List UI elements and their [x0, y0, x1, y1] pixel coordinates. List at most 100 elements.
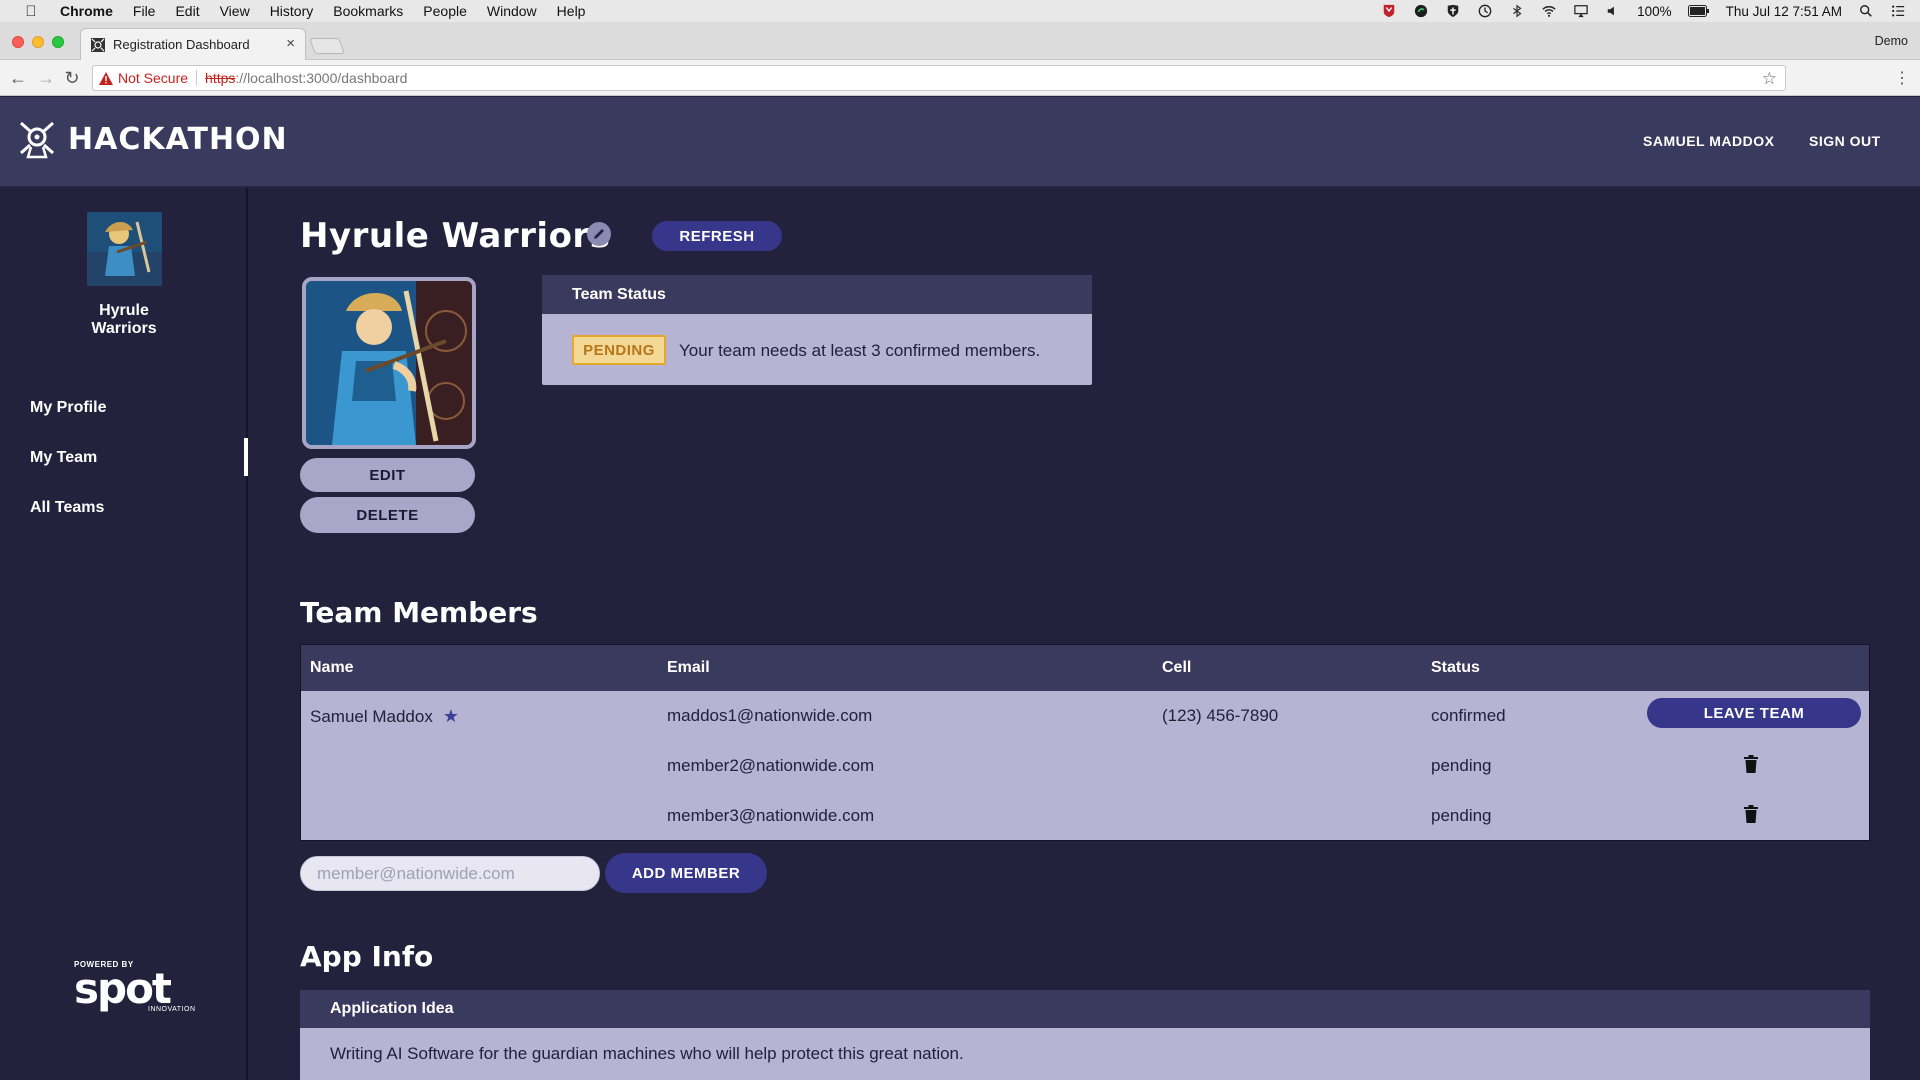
edit-team-name-button[interactable] — [587, 222, 611, 246]
app-logo[interactable]: HACKATHON — [18, 119, 288, 159]
members-table: Name Email Cell Status Samuel Maddox ★ ma… — [300, 644, 1870, 841]
window-close-button[interactable] — [12, 36, 24, 48]
member-name-text: Samuel Maddox — [310, 707, 433, 726]
member-cell: (123) 456-7890 — [1162, 706, 1279, 725]
member-email: member2@nationwide.com — [667, 756, 875, 775]
edit-pencil-icon — [594, 229, 604, 239]
sign-out-link[interactable]: SIGN OUT — [1809, 133, 1881, 149]
battery-icon[interactable] — [1687, 4, 1710, 18]
column-header-status[interactable]: Status — [1431, 659, 1480, 677]
team-status-title: Team Status — [542, 275, 1092, 314]
main-content: Hyrule Warriors REFRESH EDIT DELETE Team… — [250, 188, 1920, 1080]
table-row: member2@nationwide.com pending — [301, 741, 1869, 791]
address-bar[interactable]: Not Secure https://localhost:3000/dashbo… — [92, 65, 1786, 91]
url-host: ://localhost:3000 — [235, 70, 338, 86]
tab-close-icon[interactable]: × — [286, 35, 295, 52]
column-header-email[interactable]: Email — [667, 659, 710, 677]
menu-window[interactable]: Window — [487, 3, 537, 19]
delete-team-button[interactable]: DELETE — [300, 497, 475, 533]
sidebar-team-avatar[interactable] — [87, 212, 162, 286]
forward-arrow-icon[interactable]: → — [36, 68, 56, 88]
bluetooth-icon[interactable] — [1509, 4, 1525, 18]
team-photo — [302, 277, 476, 449]
spot-logo-sub: INNOVATION — [148, 1006, 196, 1013]
browser-toolbar: ← → ↻ Not Secure https://localhost:3000/… — [0, 60, 1920, 96]
leave-team-button[interactable]: LEAVE TEAM — [1647, 698, 1861, 728]
sidebar-team-name: Hyrule Warriors — [0, 302, 248, 338]
table-row: Samuel Maddox ★ maddos1@nationwide.com (1… — [301, 691, 1869, 741]
column-header-cell[interactable]: Cell — [1162, 659, 1191, 677]
menu-edit[interactable]: Edit — [175, 3, 199, 19]
sidebar-active-indicator — [244, 438, 248, 476]
member-name: Samuel Maddox ★ — [310, 706, 459, 727]
spotlight-search-icon[interactable] — [1858, 4, 1874, 18]
menu-app-name[interactable]: Chrome — [60, 3, 113, 19]
url-scheme: https — [205, 70, 236, 86]
tab-favicon-icon — [91, 37, 105, 52]
shield-icon[interactable] — [1445, 4, 1461, 18]
notification-center-icon[interactable] — [1890, 4, 1906, 18]
powered-by-logo[interactable]: POWERED BY spot INNOVATION — [74, 960, 195, 1013]
page-title: Hyrule Warriors — [300, 216, 611, 256]
star-icon: ★ — [442, 706, 459, 726]
application-idea-body: Writing AI Software for the guardian mac… — [330, 1044, 964, 1063]
menu-history[interactable]: History — [270, 3, 314, 19]
app-header: HACKATHON SAMUEL MADDOX SIGN OUT — [0, 97, 1920, 187]
url-path: /dashboard — [337, 70, 408, 86]
table-header: Name Email Cell Status — [301, 645, 1869, 691]
security-warning[interactable]: Not Secure — [99, 70, 188, 86]
sidebar-item-my-profile[interactable]: My Profile — [30, 399, 106, 417]
browser-tabstrip: Registration Dashboard × Demo — [0, 22, 1920, 60]
browser-menu-icon[interactable]: ⋮ — [1894, 68, 1910, 88]
member-status: pending — [1431, 806, 1492, 825]
bookmark-star-icon[interactable]: ☆ — [1762, 69, 1777, 89]
menu-bookmarks[interactable]: Bookmarks — [333, 3, 403, 19]
security-label: Not Secure — [118, 70, 189, 86]
apple-icon[interactable]:  — [20, 3, 42, 20]
sidebar-team-name-line1: Hyrule — [99, 302, 149, 319]
trash-icon[interactable] — [1744, 805, 1758, 823]
application-idea-title: Application Idea — [300, 990, 1870, 1028]
trash-icon[interactable] — [1744, 755, 1758, 773]
sidebar-item-my-team[interactable]: My Team — [30, 449, 97, 467]
tab-title: Registration Dashboard — [113, 37, 250, 52]
window-zoom-button[interactable] — [52, 36, 64, 48]
new-tab-button[interactable] — [309, 38, 345, 54]
table-row: member3@nationwide.com pending — [301, 791, 1869, 841]
back-arrow-icon[interactable]: ← — [8, 68, 28, 88]
browser-profile[interactable]: Demo — [1875, 34, 1908, 48]
application-idea-card: Application Idea Writing AI Software for… — [300, 990, 1870, 1080]
menu-people[interactable]: People — [423, 3, 467, 19]
airplay-icon[interactable] — [1573, 4, 1589, 18]
sidebar: Hyrule Warriors My Profile My Team All T… — [0, 188, 248, 1080]
column-header-name[interactable]: Name — [310, 659, 354, 677]
sidebar-item-all-teams[interactable]: All Teams — [30, 499, 104, 517]
member-status: confirmed — [1431, 706, 1506, 725]
window-minimize-button[interactable] — [32, 36, 44, 48]
spot-logo-text: spot — [74, 964, 172, 1013]
volume-icon[interactable] — [1605, 4, 1621, 18]
wifi-icon[interactable] — [1541, 4, 1557, 18]
edit-photo-button[interactable]: EDIT — [300, 458, 475, 492]
member-email: member3@nationwide.com — [667, 806, 875, 825]
browser-tab-active[interactable]: Registration Dashboard × — [80, 28, 306, 60]
clock[interactable]: Thu Jul 12 7:51 AM — [1726, 4, 1842, 19]
team-status-card: Team Status PENDING Your team needs at l… — [542, 275, 1092, 385]
menu-view[interactable]: View — [220, 3, 250, 19]
menu-file[interactable]: File — [133, 3, 156, 19]
status-message: Your team needs at least 3 confirmed mem… — [679, 341, 1041, 360]
warning-icon — [99, 71, 113, 85]
status-badge: PENDING — [572, 335, 666, 365]
menu-help[interactable]: Help — [557, 3, 586, 19]
add-member-email-input[interactable] — [300, 856, 600, 891]
app-info-heading: App Info — [300, 940, 434, 973]
app-circle-icon[interactable] — [1413, 4, 1429, 18]
member-status: pending — [1431, 756, 1492, 775]
user-name-link[interactable]: SAMUEL MADDOX — [1643, 133, 1774, 149]
clock-history-icon[interactable] — [1477, 4, 1493, 18]
add-member-button[interactable]: ADD MEMBER — [605, 853, 767, 893]
shield-red-icon[interactable] — [1381, 4, 1397, 18]
reload-icon[interactable]: ↻ — [62, 68, 82, 88]
team-members-heading: Team Members — [300, 596, 538, 629]
refresh-button[interactable]: REFRESH — [652, 221, 782, 251]
